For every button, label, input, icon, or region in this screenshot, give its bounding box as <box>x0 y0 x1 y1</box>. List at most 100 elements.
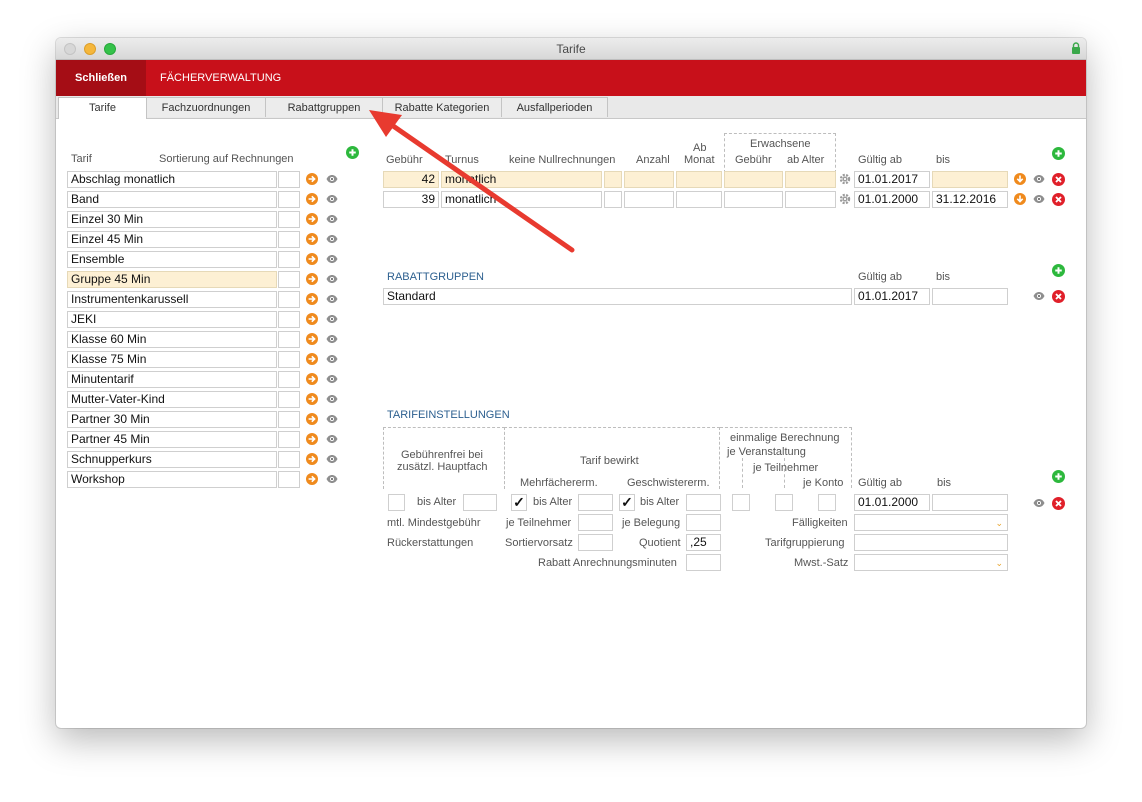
eye-icon[interactable] <box>326 453 338 465</box>
fee-row2-bis[interactable]: 31.12.2016 <box>932 191 1008 208</box>
fee-row2-erw-gebuehr[interactable] <box>724 191 783 208</box>
add-fee-icon[interactable] <box>1052 147 1065 160</box>
fee-row2-gebuehr[interactable]: 39 <box>383 191 439 208</box>
arrow-right-icon[interactable] <box>306 453 318 465</box>
gebuehrenfrei-checkbox[interactable] <box>388 494 405 511</box>
geschwister-checkbox[interactable]: ✓ <box>619 494 635 511</box>
eye-icon[interactable] <box>326 273 338 285</box>
eye-icon[interactable] <box>1033 193 1045 205</box>
arrow-right-icon[interactable] <box>306 413 318 425</box>
eye-icon[interactable] <box>1033 290 1045 302</box>
gear-icon[interactable] <box>839 193 851 205</box>
arrow-right-icon[interactable] <box>306 213 318 225</box>
eye-icon[interactable] <box>326 333 338 345</box>
eye-icon[interactable] <box>326 293 338 305</box>
je-teilnehmer-field[interactable] <box>578 514 613 531</box>
arrow-right-icon[interactable] <box>306 173 318 185</box>
tarif-name-field[interactable]: Einzel 30 Min <box>67 211 277 228</box>
tarif-sort-field[interactable] <box>278 291 300 308</box>
fee-row1-ab-monat[interactable] <box>676 171 722 188</box>
tarif-sort-field[interactable] <box>278 311 300 328</box>
quotient-field[interactable]: ,25 <box>686 534 721 551</box>
arrow-right-icon[interactable] <box>306 433 318 445</box>
eye-icon[interactable] <box>326 313 338 325</box>
eye-icon[interactable] <box>326 373 338 385</box>
eye-icon[interactable] <box>326 213 338 225</box>
tarif-name-field[interactable]: Gruppe 45 Min <box>67 271 277 288</box>
delete-icon[interactable] <box>1052 497 1065 510</box>
tarif-sort-field[interactable] <box>278 351 300 368</box>
tab-rabatte-kategorien[interactable]: Rabatte Kategorien <box>382 97 502 117</box>
tarif-name-field[interactable]: Partner 30 Min <box>67 411 277 428</box>
add-tarif-icon[interactable] <box>346 146 359 159</box>
tarif-sort-field[interactable] <box>278 371 300 388</box>
fee-row2-turnus[interactable]: monatlich <box>441 191 602 208</box>
delete-icon[interactable] <box>1052 193 1065 206</box>
tarif-sort-field[interactable] <box>278 471 300 488</box>
mehrfacher-bis-alter[interactable] <box>578 494 613 511</box>
fee-row1-bis[interactable] <box>932 171 1008 188</box>
fee-row1-gebuehr[interactable]: 42 <box>383 171 439 188</box>
arrow-right-icon[interactable] <box>306 253 318 265</box>
arrow-right-icon[interactable] <box>306 233 318 245</box>
rabattgruppe-name[interactable]: Standard <box>383 288 852 305</box>
geschwister-bis-alter[interactable] <box>686 494 721 511</box>
tarif-sort-field[interactable] <box>278 331 300 348</box>
delete-icon[interactable] <box>1052 173 1065 186</box>
fee-row2-gueltig-ab[interactable]: 01.01.2000 <box>854 191 930 208</box>
gebuehrenfrei-bis-alter[interactable] <box>463 494 497 511</box>
fee-row1-anzahl[interactable] <box>624 171 674 188</box>
fee-row1-erw-gebuehr[interactable] <box>724 171 783 188</box>
tab-ausfallperioden[interactable]: Ausfallperioden <box>501 97 608 117</box>
tarif-sort-field[interactable] <box>278 451 300 468</box>
close-button[interactable]: Schließen <box>56 60 146 96</box>
eye-icon[interactable] <box>326 433 338 445</box>
eye-icon[interactable] <box>326 193 338 205</box>
arrow-right-icon[interactable] <box>306 273 318 285</box>
eye-icon[interactable] <box>326 253 338 265</box>
mehrfacher-checkbox[interactable]: ✓ <box>511 494 527 511</box>
arrow-right-icon[interactable] <box>306 313 318 325</box>
rabatt-anrechnungsminuten-field[interactable] <box>686 554 721 571</box>
tarif-sort-field[interactable] <box>278 211 300 228</box>
arrow-right-icon[interactable] <box>306 193 318 205</box>
je-veranstaltung-checkbox[interactable] <box>732 494 750 511</box>
arrow-down-icon[interactable] <box>1014 193 1026 205</box>
fee-row1-erw-ab-alter[interactable] <box>785 171 836 188</box>
eye-icon[interactable] <box>326 473 338 485</box>
arrow-right-icon[interactable] <box>306 353 318 365</box>
rabattgruppe-gueltig-ab[interactable]: 01.01.2017 <box>854 288 930 305</box>
tarif-sort-field[interactable] <box>278 391 300 408</box>
eye-icon[interactable] <box>326 353 338 365</box>
tarif-name-field[interactable]: Workshop <box>67 471 277 488</box>
arrow-right-icon[interactable] <box>306 473 318 485</box>
arrow-right-icon[interactable] <box>306 293 318 305</box>
tarif-name-field[interactable]: Abschlag monatlich <box>67 171 277 188</box>
tarif-name-field[interactable]: Ensemble <box>67 251 277 268</box>
tarif-name-field[interactable]: Schnupperkurs <box>67 451 277 468</box>
eye-icon[interactable] <box>1033 497 1045 509</box>
tarif-name-field[interactable]: Klasse 60 Min <box>67 331 277 348</box>
tab-rabattgruppen[interactable]: Rabattgruppen <box>265 97 383 117</box>
je-konto-checkbox[interactable] <box>818 494 836 511</box>
je-teilnehmer-checkbox[interactable] <box>775 494 793 511</box>
fee-row1-turnus[interactable]: monatlich <box>441 171 602 188</box>
tarifgruppierung-field[interactable] <box>854 534 1008 551</box>
eye-icon[interactable] <box>326 233 338 245</box>
eye-icon[interactable] <box>326 173 338 185</box>
eye-icon[interactable] <box>1033 173 1045 185</box>
fee-row2-erw-ab-alter[interactable] <box>785 191 836 208</box>
tarif-sort-field[interactable] <box>278 411 300 428</box>
gear-icon[interactable] <box>839 173 851 185</box>
add-rabattgruppe-icon[interactable] <box>1052 264 1065 277</box>
rabattgruppe-bis[interactable] <box>932 288 1008 305</box>
tab-fachzuordnungen[interactable]: Fachzuordnungen <box>146 97 266 117</box>
delete-icon[interactable] <box>1052 290 1065 303</box>
tarif-name-field[interactable]: Partner 45 Min <box>67 431 277 448</box>
tarif-name-field[interactable]: Klasse 75 Min <box>67 351 277 368</box>
fee-row1-gueltig-ab[interactable]: 01.01.2017 <box>854 171 930 188</box>
tarif-name-field[interactable]: Band <box>67 191 277 208</box>
settings-gueltig-ab[interactable]: 01.01.2000 <box>854 494 930 511</box>
je-belegung-field[interactable] <box>686 514 721 531</box>
settings-bis[interactable] <box>932 494 1008 511</box>
